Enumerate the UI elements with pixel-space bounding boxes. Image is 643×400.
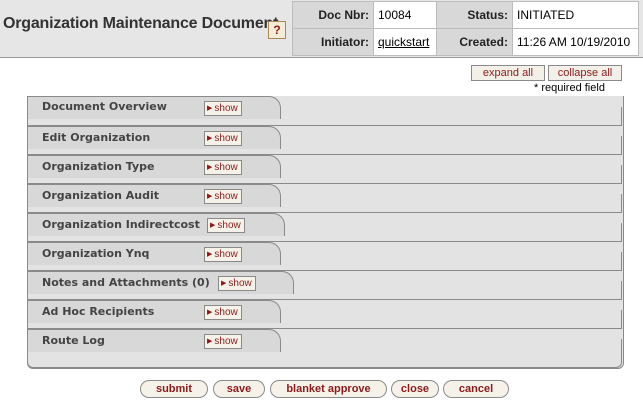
show-button[interactable]: ▶ show [204, 189, 242, 204]
show-button[interactable]: ▶ show [204, 334, 242, 349]
show-label: show [214, 191, 238, 202]
collapse-all-button[interactable]: collapse all [548, 65, 622, 81]
page-title: Organization Maintenance Document [3, 15, 279, 32]
section-title: Ad Hoc Recipients [42, 305, 155, 318]
section-organization-type: Organization Type ▶ show [27, 155, 622, 184]
section-organization-indirectcost: Organization Indirectcost ▶ show [27, 213, 622, 242]
submit-button[interactable]: submit [140, 380, 208, 398]
required-field-note: * required field [534, 82, 605, 94]
initiator-cell: quickstart [373, 28, 437, 56]
triangle-right-icon: ▶ [207, 193, 213, 200]
help-icon[interactable]: ? [268, 21, 286, 39]
section-title: Document Overview [42, 100, 167, 113]
show-label: show [214, 133, 238, 144]
show-button[interactable]: ▶ show [204, 160, 242, 175]
show-label: show [214, 162, 238, 173]
section-title: Organization Audit [42, 189, 159, 202]
triangle-right-icon: ▶ [207, 164, 213, 171]
show-button[interactable]: ▶ show [204, 101, 242, 116]
section-organization-audit: Organization Audit ▶ show [27, 184, 622, 213]
document-header: Organization Maintenance Document ? Doc … [0, 0, 643, 58]
show-button[interactable]: ▶ show [204, 247, 242, 262]
show-label: show [217, 220, 241, 231]
section-title: Edit Organization [42, 131, 151, 144]
status-label: Status: [436, 1, 513, 29]
show-button[interactable]: ▶ show [204, 131, 242, 146]
section-title: Organization Type [42, 160, 155, 173]
show-label: show [214, 249, 238, 260]
show-button[interactable]: ▶ show [207, 218, 245, 233]
close-button[interactable]: close [391, 380, 439, 398]
triangle-right-icon: ▶ [207, 309, 213, 316]
created-value: 11:26 AM 10/19/2010 [512, 28, 639, 56]
section-organization-ynq: Organization Ynq ▶ show [27, 242, 622, 271]
show-label: show [214, 103, 238, 114]
expand-all-button[interactable]: expand all [471, 65, 545, 81]
triangle-right-icon: ▶ [210, 222, 216, 229]
cancel-button[interactable]: cancel [443, 380, 509, 398]
triangle-right-icon: ▶ [221, 280, 227, 287]
section-route-log: Route Log ▶ show [27, 329, 622, 368]
initiator-label: Initiator: [292, 28, 374, 56]
section-title: Route Log [42, 334, 105, 347]
triangle-right-icon: ▶ [207, 105, 213, 112]
triangle-right-icon: ▶ [207, 251, 213, 258]
section-document-overview: Document Overview ▶ show [27, 96, 622, 126]
blanket-approve-button[interactable]: blanket approve [270, 380, 387, 398]
triangle-right-icon: ▶ [207, 338, 213, 345]
section-title: Organization Indirectcost [42, 218, 200, 231]
show-button[interactable]: ▶ show [218, 276, 256, 291]
triangle-right-icon: ▶ [207, 135, 213, 142]
save-button[interactable]: save [213, 380, 265, 398]
section-title: Notes and Attachments (0) [42, 276, 210, 289]
section-edit-organization: Edit Organization ▶ show [27, 126, 622, 155]
initiator-link[interactable]: quickstart [378, 35, 429, 49]
doc-nbr-value: 10084 [373, 1, 437, 29]
show-label: show [228, 278, 252, 289]
show-button[interactable]: ▶ show [204, 305, 242, 320]
show-label: show [214, 307, 238, 318]
section-ad-hoc-recipients: Ad Hoc Recipients ▶ show [27, 300, 622, 329]
created-label: Created: [436, 28, 513, 56]
doc-nbr-label: Doc Nbr: [292, 1, 374, 29]
status-value: INITIATED [512, 1, 639, 29]
section-title: Organization Ynq [42, 247, 150, 260]
document-info-table: Doc Nbr: 10084 Status: INITIATED Initiat… [292, 1, 639, 56]
section-notes-and-attachments: Notes and Attachments (0) ▶ show [27, 271, 622, 300]
show-label: show [214, 336, 238, 347]
